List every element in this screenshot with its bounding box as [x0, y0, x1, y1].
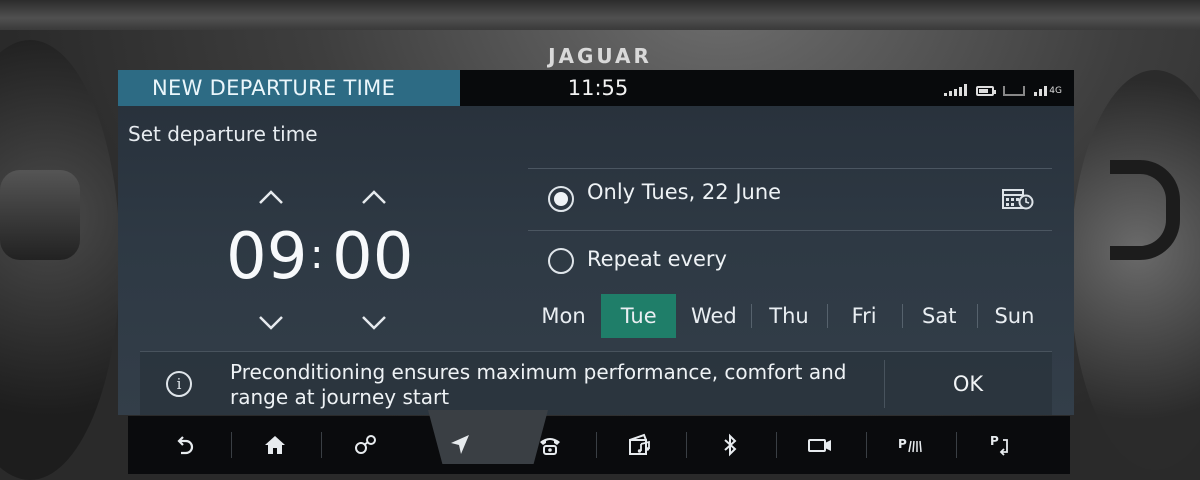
day-wed[interactable]: Wed [676, 294, 751, 338]
chevron-up-icon [259, 190, 283, 204]
time-separator: : [310, 232, 324, 278]
nav-divider [686, 432, 687, 458]
chevron-down-icon [362, 316, 386, 330]
nav-media-button[interactable] [600, 416, 680, 474]
nav-divider [866, 432, 867, 458]
nav-divider [506, 432, 507, 458]
weekday-selector: Mon Tue Wed Thu Fri Sat Sun [526, 294, 1052, 338]
repeat-radio[interactable] [548, 248, 574, 274]
repeat-label[interactable]: Repeat every [587, 247, 727, 271]
nav-camera-button[interactable] [780, 416, 860, 474]
home-icon [265, 436, 285, 454]
info-icon[interactable]: i [166, 371, 192, 397]
park-assist-icon: P [898, 437, 922, 453]
day-thu[interactable]: Thu [751, 294, 826, 338]
infotainment-screen: NEW DEPARTURE TIME 11:55 4G Set departur… [118, 70, 1074, 415]
signal-icon [944, 84, 968, 96]
connected-dots-icon [355, 435, 376, 454]
divider [528, 230, 1052, 231]
vent-knob [0, 170, 80, 260]
nav-divider [596, 432, 597, 458]
nav-divider [231, 432, 232, 458]
park-exit-icon: P [990, 434, 1008, 456]
navigation-icon [451, 435, 469, 454]
svg-text:P: P [898, 437, 907, 451]
ok-button[interactable]: OK [908, 364, 1028, 404]
nav-phone-button[interactable] [510, 416, 590, 474]
status-bar: NEW DEPARTURE TIME 11:55 4G [118, 70, 1074, 106]
svg-text:P: P [990, 434, 999, 448]
status-clock: 11:55 [567, 76, 629, 100]
vent-control [1110, 160, 1180, 260]
minute-down-button[interactable] [361, 314, 387, 332]
nav-bluetooth-button[interactable] [690, 416, 770, 474]
dashboard-trim [0, 0, 1200, 30]
nav-home-button[interactable] [235, 416, 315, 474]
bluetooth-icon [724, 433, 737, 457]
calendar-schedule-icon[interactable] [1002, 188, 1034, 210]
nav-divider [321, 432, 322, 458]
nav-divider [776, 432, 777, 458]
network-indicator: 4G [1034, 84, 1062, 96]
day-sun[interactable]: Sun [976, 294, 1052, 338]
nav-park-exit-button[interactable]: P [962, 416, 1042, 474]
page-title: NEW DEPARTURE TIME [118, 70, 460, 106]
status-icons: 4G [944, 82, 1062, 96]
nav-divider [956, 432, 957, 458]
nav-navigation-button[interactable] [420, 416, 500, 474]
hour-value[interactable]: 09 [226, 222, 307, 292]
day-mon[interactable]: Mon [526, 294, 601, 338]
nav-connected-button[interactable] [326, 416, 406, 474]
brand-logo: JAGUAR [548, 44, 652, 68]
day-sat[interactable]: Sat [901, 294, 977, 338]
battery-icon [976, 86, 997, 96]
only-date-radio[interactable] [548, 186, 574, 212]
hour-up-button[interactable] [258, 188, 284, 206]
network-label: 4G [1049, 86, 1062, 96]
minute-value[interactable]: 00 [332, 222, 413, 292]
only-date-label[interactable]: Only Tues, 22 June [587, 180, 781, 204]
nav-park-assist-button[interactable]: P [870, 416, 950, 474]
divider [884, 360, 885, 408]
media-icon [629, 433, 650, 455]
hour-down-button[interactable] [258, 314, 284, 332]
divider [528, 168, 1052, 169]
minute-up-button[interactable] [361, 188, 387, 206]
seat-heating-icon [1003, 86, 1026, 96]
camera-icon [808, 439, 831, 452]
chevron-up-icon [362, 190, 386, 204]
day-tue[interactable]: Tue [601, 294, 677, 338]
subtitle: Set departure time [128, 122, 318, 146]
phone-icon [540, 438, 560, 455]
info-banner: i Preconditioning ensures maximum perfor… [140, 351, 1052, 415]
bottom-nav-bar: P P [128, 410, 1070, 474]
nav-back-button[interactable] [144, 416, 224, 474]
chevron-down-icon [259, 316, 283, 330]
info-text: Preconditioning ensures maximum performa… [230, 360, 847, 409]
back-arrow-icon [177, 436, 194, 455]
cellular-signal-icon [1034, 84, 1048, 96]
day-fri[interactable]: Fri [826, 294, 902, 338]
